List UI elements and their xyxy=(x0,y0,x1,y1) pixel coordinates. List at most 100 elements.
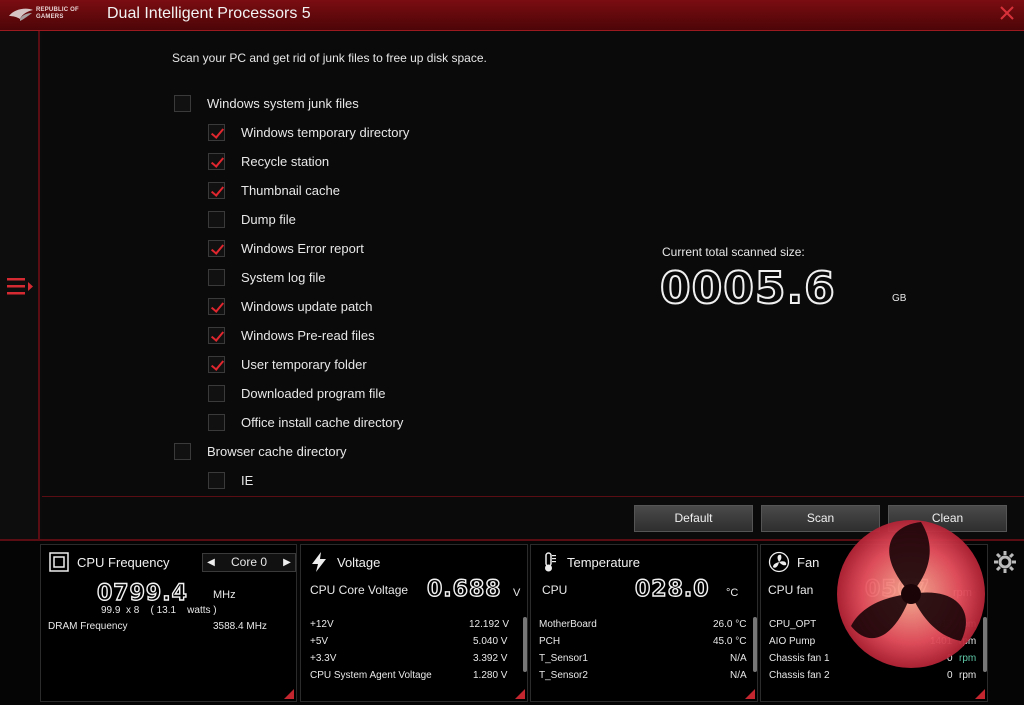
panel-expand-corner[interactable] xyxy=(284,689,294,699)
cpu-core-voltage-unit: V xyxy=(513,587,521,599)
cpu-frequency-unit: MHz xyxy=(213,589,236,601)
voltage-row-value: 12.192 V xyxy=(469,619,510,630)
voltage-row-value: 1.280 V xyxy=(473,670,508,681)
temp-row-value: N/A xyxy=(730,653,747,664)
temp-row-label: PCH xyxy=(539,636,561,647)
core-selector[interactable]: ◀ Core 0 ▶ xyxy=(202,553,296,572)
cpu-temp-value: 028.0 xyxy=(634,576,710,602)
temp-row-label: MotherBoard xyxy=(539,619,597,630)
fan-row-label: Chassis fan 2 xyxy=(769,670,830,681)
item-user-temp[interactable]: User temporary folder xyxy=(208,354,367,374)
item-windows-temp[interactable]: Windows temporary directory xyxy=(208,122,409,142)
fan-row-label: Chassis fan 1 xyxy=(769,653,830,664)
item-ie[interactable]: IE xyxy=(208,470,253,490)
core-selector-value: Core 0 xyxy=(230,555,268,569)
checkbox[interactable] xyxy=(208,355,225,373)
item-dump-file[interactable]: Dump file xyxy=(208,209,296,229)
group-browser-cache[interactable]: Browser cache directory xyxy=(174,441,346,461)
panel-expand-corner[interactable] xyxy=(515,689,525,699)
temp-row-value: 26.0 °C xyxy=(713,619,747,630)
checkbox[interactable] xyxy=(174,94,191,112)
checkbox-label: Office install cache directory xyxy=(241,414,404,430)
temp-row-value: N/A xyxy=(730,670,747,681)
close-button[interactable] xyxy=(998,5,1016,23)
temperature-scrollbar[interactable] xyxy=(753,617,757,672)
checkbox[interactable] xyxy=(208,268,225,286)
app-title: Dual Intelligent Processors 5 xyxy=(107,5,311,22)
item-downloaded-program[interactable]: Downloaded program file xyxy=(208,383,386,403)
voltage-scrollbar[interactable] xyxy=(523,617,527,672)
item-error-report[interactable]: Windows Error report xyxy=(208,238,364,258)
panel-title: CPU Frequency xyxy=(77,555,170,570)
checkbox[interactable] xyxy=(208,413,225,431)
checkbox[interactable] xyxy=(208,152,225,170)
voltage-panel[interactable]: Voltage CPU Core Voltage 0.688 V +12V 12… xyxy=(300,544,528,702)
intro-text: Scan your PC and get rid of junk files t… xyxy=(172,51,487,65)
checkbox[interactable] xyxy=(208,297,225,315)
next-core-icon[interactable]: ▶ xyxy=(281,554,293,571)
checkbox-label: Browser cache directory xyxy=(207,443,347,459)
lightning-icon xyxy=(312,552,326,572)
panel-title: Voltage xyxy=(337,555,381,570)
checkbox-label: System log file xyxy=(241,269,326,285)
temp-row-value: 45.0 °C xyxy=(713,636,747,647)
brand-text: REPUBLIC OF GAMERS xyxy=(36,7,79,20)
checkbox[interactable] xyxy=(208,239,225,257)
item-office-cache[interactable]: Office install cache directory xyxy=(208,412,403,432)
fan-row-label: AIO Pump xyxy=(769,636,816,647)
title-bar: REPUBLIC OF GAMERS Dual Intelligent Proc… xyxy=(0,0,1024,31)
checkbox[interactable] xyxy=(208,123,225,141)
voltage-row-label: CPU System Agent Voltage xyxy=(310,670,432,681)
settings-gear-icon[interactable] xyxy=(992,549,1018,575)
dram-frequency-label: DRAM Frequency xyxy=(48,621,128,632)
junk-cleaner-panel: Scan your PC and get rid of junk files t… xyxy=(42,31,1024,496)
item-system-log[interactable]: System log file xyxy=(208,267,326,287)
voltage-row-value: 3.392 V xyxy=(473,653,508,664)
item-update-patch[interactable]: Windows update patch xyxy=(208,296,373,316)
close-icon xyxy=(1000,6,1014,20)
panel-title: Temperature xyxy=(567,555,640,570)
checkbox[interactable] xyxy=(208,181,225,199)
checkbox-label: IE xyxy=(241,472,254,488)
cpu-temp-label: CPU xyxy=(542,583,568,597)
checkbox[interactable] xyxy=(208,210,225,228)
left-rail xyxy=(0,31,40,539)
checkbox[interactable] xyxy=(208,471,225,489)
item-preread-files[interactable]: Windows Pre-read files xyxy=(208,325,375,345)
checkbox[interactable] xyxy=(208,326,225,344)
scanned-size-unit: GB xyxy=(892,293,907,304)
voltage-row-label: +12V xyxy=(310,619,334,630)
checkbox-label: Windows update patch xyxy=(241,298,373,314)
panel-title: Fan xyxy=(797,555,820,570)
checkbox[interactable] xyxy=(174,442,191,460)
cpu-frequency-panel[interactable]: CPU Frequency ◀ Core 0 ▶ 0799.4 MHz 99.9… xyxy=(40,544,297,702)
cpu-fan-label: CPU fan xyxy=(768,583,814,597)
cpu-frequency-value: 0799.4 xyxy=(96,580,188,606)
cpu-core-voltage-value: 0.688 xyxy=(426,576,502,602)
menu-expand-icon[interactable] xyxy=(5,275,35,297)
voltage-row-label: +3.3V xyxy=(310,653,337,664)
cpu-ratio-line: 99.9 x 8 ( 13.1 watts ) xyxy=(101,605,217,616)
dram-frequency-value: 3588.4 MHz xyxy=(213,621,267,632)
panel-expand-corner[interactable] xyxy=(745,689,755,699)
rog-logo: REPUBLIC OF GAMERS xyxy=(6,4,94,26)
voltage-row-value: 5.040 V xyxy=(473,636,508,647)
checkbox[interactable] xyxy=(208,384,225,402)
checkbox-label: Dump file xyxy=(241,211,296,227)
checkbox-label: User temporary folder xyxy=(241,356,367,372)
item-thumbnail-cache[interactable]: Thumbnail cache xyxy=(208,180,340,200)
cpu-temp-unit: °C xyxy=(726,587,739,599)
item-recycle-station[interactable]: Recycle station xyxy=(208,151,329,171)
checkbox-label: Thumbnail cache xyxy=(241,182,340,198)
default-button[interactable]: Default xyxy=(634,505,753,532)
checkbox-label: Recycle station xyxy=(241,153,330,169)
group-windows-junk[interactable]: Windows system junk files xyxy=(174,93,359,113)
voltage-row-label: +5V xyxy=(310,636,329,647)
fan-icon xyxy=(768,551,790,573)
scanned-size-label: Current total scanned size: xyxy=(662,245,805,259)
rog-eye-icon xyxy=(9,8,33,21)
temperature-panel[interactable]: Temperature CPU 028.0 °C MotherBoard 26.… xyxy=(530,544,758,702)
prev-core-icon[interactable]: ◀ xyxy=(205,554,217,571)
temp-row-label: T_Sensor2 xyxy=(539,670,588,681)
checkbox-label: Windows system junk files xyxy=(207,95,359,111)
